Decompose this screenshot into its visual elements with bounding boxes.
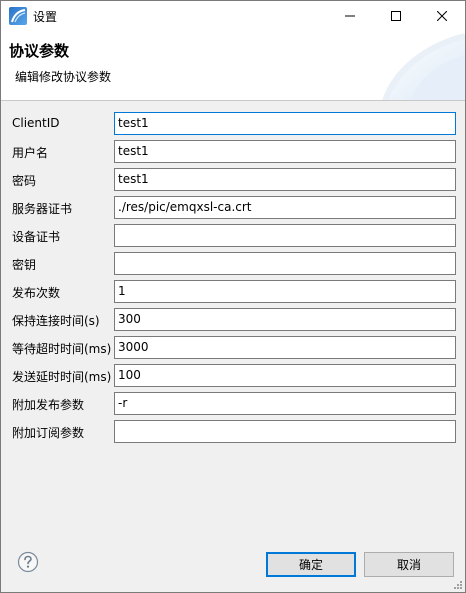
maximize-icon [391,11,401,21]
form-row-password: 密码 test1 [1,168,465,192]
form-row-timeout: 等待超时时间(ms) 3000 [1,336,465,360]
form-row-private-key: 密钥 [1,252,465,276]
cancel-button[interactable]: 取消 [364,552,454,577]
keepalive-label: 保持连接时间(s) [12,314,100,328]
help-button[interactable] [17,551,39,573]
form-row-publish-count: 发布次数 1 [1,280,465,304]
page-title: 协议参数 [9,42,70,60]
private-key-label: 密钥 [12,258,37,272]
page-subtitle: 编辑修改协议参数 [15,70,112,84]
password-input[interactable]: test1 [114,168,456,191]
maximize-button[interactable] [373,1,419,31]
form-row-clientid: ClientID test1 [1,112,465,136]
app-logo-icon [9,7,27,25]
publish-args-input[interactable]: -r [114,392,456,415]
form-row-subscribe-args: 附加订阅参数 [1,420,465,444]
username-input[interactable]: test1 [114,140,456,163]
minimize-icon [345,15,355,17]
device-cert-input[interactable] [114,224,456,247]
window-title: 设置 [33,10,58,24]
timeout-input[interactable]: 3000 [114,336,456,359]
username-label: 用户名 [12,146,49,160]
form-row-server-cert: 服务器证书 ./res/pic/emqxsl-ca.crt [1,196,465,220]
form-row-username: 用户名 test1 [1,140,465,164]
minimize-button[interactable] [327,1,373,31]
settings-dialog: 设置 协议参数 编辑修改协议参数 ClientID test1 用户名 test… [0,0,466,593]
ok-button[interactable]: 确定 [266,552,356,577]
publish-args-label: 附加发布参数 [12,398,85,412]
form-row-device-cert: 设备证书 [1,224,465,248]
keepalive-input[interactable]: 300 [114,308,456,331]
timeout-label: 等待超时时间(ms) [12,342,112,356]
device-cert-label: 设备证书 [12,230,61,244]
close-icon [437,11,447,21]
server-cert-label: 服务器证书 [12,202,73,216]
header-decoration [382,33,465,100]
password-label: 密码 [12,174,37,188]
form-row-send-delay: 发送延时时间(ms) 100 [1,364,465,388]
clientid-input[interactable]: test1 [114,112,456,135]
close-button[interactable] [419,1,465,31]
help-icon [17,551,39,573]
subscribe-args-input[interactable] [114,420,456,443]
send-delay-label: 发送延时时间(ms) [12,370,112,384]
resize-grip-icon[interactable] [453,580,463,590]
publish-count-label: 发布次数 [12,286,61,300]
private-key-input[interactable] [114,252,456,275]
title-bar[interactable]: 设置 [1,1,465,31]
server-cert-input[interactable]: ./res/pic/emqxsl-ca.crt [114,196,456,219]
send-delay-input[interactable]: 100 [114,364,456,387]
publish-count-input[interactable]: 1 [114,280,456,303]
subscribe-args-label: 附加订阅参数 [12,426,85,440]
clientid-label: ClientID [12,116,60,130]
form-row-publish-args: 附加发布参数 -r [1,392,465,416]
dialog-header: 协议参数 编辑修改协议参数 [1,31,465,101]
form-row-keepalive: 保持连接时间(s) 300 [1,308,465,332]
